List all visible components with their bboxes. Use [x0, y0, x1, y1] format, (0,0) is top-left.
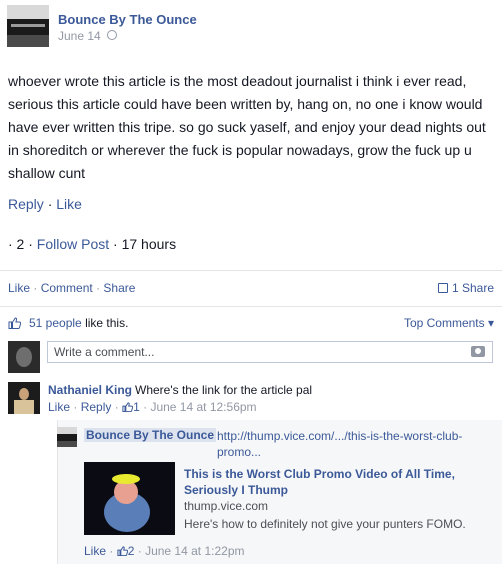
share-icon [437, 283, 448, 293]
link-preview-title[interactable]: This is the Worst Club Promo Video of Al… [184, 466, 484, 498]
reply-meta: Like · 2 · June 14 at 1:22pm [84, 544, 244, 558]
link-preview-description: Here's how to definitely not give your p… [184, 517, 466, 531]
divider [0, 270, 502, 271]
current-user-avatar [8, 341, 40, 373]
share-count[interactable]: 1 Share [437, 281, 494, 295]
separator-dot: · [114, 400, 119, 414]
comment-author-link[interactable]: Nathaniel King [48, 383, 132, 397]
top-comments-dropdown[interactable]: Top Comments ▾ [404, 316, 494, 330]
post-meta-line: · 2 · Follow Post · 17 hours [8, 236, 176, 252]
reply-author-link[interactable]: Bounce By The Ounce [84, 428, 217, 442]
post-date[interactable]: June 14 [58, 29, 101, 43]
comment-button[interactable]: Comment [41, 281, 93, 295]
post-like-link[interactable]: Like [56, 196, 82, 212]
reply-author-avatar[interactable] [57, 427, 77, 447]
thumbs-up-icon [8, 317, 21, 329]
share-count-link[interactable]: 1 Share [452, 281, 494, 295]
post-text: whoever wrote this article is the most d… [8, 73, 486, 181]
likes-suffix: like this. [85, 316, 129, 330]
post-reply-line: Reply · Like [8, 196, 82, 212]
post-reply-link[interactable]: Reply [8, 196, 44, 212]
reply-url-link[interactable]: http://thump.vice.com/.../this-is-the-wo… [217, 428, 487, 460]
likers-link[interactable]: 51 people [29, 316, 82, 330]
link-preview-card[interactable]: This is the Worst Club Promo Video of Al… [84, 462, 489, 536]
commenter-avatar[interactable] [8, 382, 40, 414]
link-preview-image[interactable] [84, 462, 175, 535]
public-globe-icon [107, 30, 117, 40]
thumbs-up-icon [117, 546, 128, 557]
action-bar: Like · Comment · Share [8, 281, 135, 295]
post-meta-count: · 2 · [8, 236, 33, 252]
comment-text: Where's the link for the article pal [135, 383, 313, 397]
camera-icon[interactable] [471, 346, 485, 357]
separator-dot: · [96, 281, 101, 295]
separator-dot: · [73, 400, 78, 414]
separator-dot: · [109, 544, 114, 558]
separator-dot: · [47, 196, 53, 212]
comment-like-count[interactable]: 1 [133, 400, 140, 414]
comment-input[interactable] [48, 342, 460, 362]
link-preview-domain: thump.vice.com [184, 499, 269, 513]
thumbs-up-icon [122, 402, 134, 413]
comment-reply-link[interactable]: Reply [81, 400, 112, 414]
like-button[interactable]: Like [8, 281, 30, 295]
comment-meta: Like · Reply · 1 · June 14 at 12:56pm [48, 400, 257, 414]
reply-like-count[interactable]: 2 [128, 544, 135, 558]
comment-box [47, 341, 493, 363]
share-button[interactable]: Share [103, 281, 135, 295]
comment-like-link[interactable]: Like [48, 400, 70, 414]
comment-date[interactable]: June 14 at 12:56pm [150, 400, 256, 414]
divider [0, 306, 502, 307]
reply-date[interactable]: June 14 at 1:22pm [145, 544, 244, 558]
page-avatar[interactable] [7, 5, 49, 47]
separator-dot: · [33, 281, 38, 295]
reply-like-link[interactable]: Like [84, 544, 106, 558]
separator-dot: · [137, 544, 142, 558]
likes-summary: 51 people like this. [8, 316, 128, 330]
page-name-link[interactable]: Bounce By The Ounce [58, 12, 197, 27]
separator-dot: · [143, 400, 148, 414]
post-age[interactable]: 17 hours [122, 236, 176, 252]
separator-dot: · [113, 236, 118, 252]
follow-post-link[interactable]: Follow Post [37, 236, 109, 252]
